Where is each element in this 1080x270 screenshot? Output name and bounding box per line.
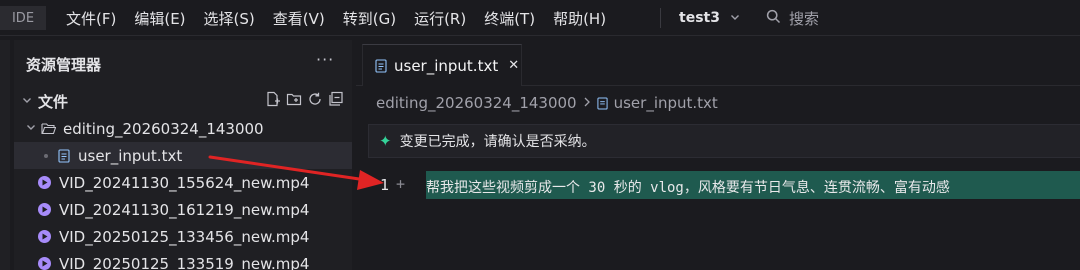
code-line[interactable]: 1 + 帮我把这些视频剪成一个 30 秒的 vlog，风格要有节日气息、连贯流畅…	[356, 171, 1080, 199]
search-icon	[766, 9, 789, 28]
folder-name: editing_20260324_143000	[63, 119, 264, 138]
menu-terminal[interactable]: 终端(T)	[484, 8, 535, 29]
collapse-all-icon[interactable]	[328, 91, 344, 107]
new-folder-icon[interactable]	[286, 91, 302, 107]
breadcrumb-folder[interactable]: editing_20260324_143000	[376, 94, 577, 112]
search-label: 搜索	[789, 9, 820, 28]
change-notice: ✦ 变更已完成，请确认是否采纳。	[368, 124, 1080, 158]
video-file-icon	[38, 257, 51, 270]
main-menu: 文件(F) 编辑(E) 选择(S) 查看(V) 转到(G) 运行(R) 终端(T…	[66, 0, 624, 36]
file-name: VID_20250125_133456_new.mp4	[59, 227, 310, 246]
explorer-title: 资源管理器	[26, 56, 102, 74]
file-name: VID_20241130_155624_new.mp4	[59, 173, 310, 192]
file-item-selected[interactable]: user_input.txt	[14, 142, 352, 169]
menu-divider	[660, 8, 661, 28]
menu-file[interactable]: 文件(F)	[66, 8, 116, 29]
notice-text: 变更已完成，请确认是否采纳。	[399, 134, 596, 150]
file-item-video[interactable]: VID_20241130_161219_new.mp4	[14, 196, 352, 223]
file-item-video[interactable]: VID_20250125_133519_new.mp4	[14, 250, 352, 270]
diff-added-marker: +	[396, 175, 406, 193]
tab-label: user_input.txt	[394, 56, 499, 75]
section-label: 文件	[38, 93, 69, 111]
tab-bar: user_input.txt ✕	[356, 40, 1080, 86]
chevron-down-icon	[20, 95, 34, 108]
text-file-icon	[375, 58, 387, 73]
project-name: test3	[679, 10, 720, 26]
line-number: 1	[380, 176, 390, 194]
global-search[interactable]: 搜索	[766, 0, 819, 36]
file-item-video[interactable]: VID_20250125_133456_new.mp4	[14, 223, 352, 250]
section-actions	[265, 91, 344, 107]
chevron-right-icon	[583, 96, 591, 110]
breadcrumb: editing_20260324_143000 user_input.txt	[376, 92, 718, 114]
text-file-icon	[597, 96, 608, 110]
file-name: VID_20241130_161219_new.mp4	[59, 200, 310, 219]
more-actions-button[interactable]: ···	[316, 50, 334, 69]
new-file-icon[interactable]	[265, 91, 281, 107]
folder-open-icon	[41, 122, 56, 135]
menu-go[interactable]: 转到(G)	[343, 8, 396, 29]
menu-bar: IDE 文件(F) 编辑(E) 选择(S) 查看(V) 转到(G) 运行(R) …	[0, 0, 1080, 36]
chevron-down-icon	[730, 12, 740, 25]
menu-help[interactable]: 帮助(H)	[553, 8, 606, 29]
tab-user-input[interactable]: user_input.txt ✕	[362, 44, 522, 86]
video-file-icon	[38, 203, 51, 216]
menu-view[interactable]: 查看(V)	[273, 8, 325, 29]
menu-edit[interactable]: 编辑(E)	[134, 8, 185, 29]
line-content: 帮我把这些视频剪成一个 30 秒的 vlog，风格要有节日气息、连贯流畅、富有动…	[426, 180, 950, 196]
sparkle-icon: ✦	[379, 132, 392, 150]
folder-item[interactable]: editing_20260324_143000	[14, 115, 352, 142]
chevron-down-icon	[24, 122, 38, 135]
refresh-icon[interactable]	[307, 91, 323, 107]
explorer-sidebar: 资源管理器 ··· 文件 editing_20260324_143000 use…	[14, 40, 352, 270]
video-file-icon	[38, 230, 51, 243]
file-item-video[interactable]: VID_20241130_155624_new.mp4	[14, 169, 352, 196]
app-logo: IDE	[0, 6, 46, 30]
menu-run[interactable]: 运行(R)	[414, 8, 466, 29]
activity-bar	[0, 40, 10, 270]
file-name: user_input.txt	[78, 146, 183, 165]
menu-selection[interactable]: 选择(S)	[204, 8, 255, 29]
project-selector[interactable]: test3	[679, 0, 740, 36]
editor-pane: user_input.txt ✕ editing_20260324_143000…	[356, 40, 1080, 270]
tree-indent-dot	[44, 153, 48, 158]
video-file-icon	[38, 176, 51, 189]
file-name: VID_20250125_133519_new.mp4	[59, 254, 310, 270]
section-header-files[interactable]: 文件	[14, 88, 352, 115]
text-file-icon	[58, 148, 70, 163]
breadcrumb-file[interactable]: user_input.txt	[614, 94, 718, 112]
close-icon[interactable]: ✕	[508, 58, 519, 73]
